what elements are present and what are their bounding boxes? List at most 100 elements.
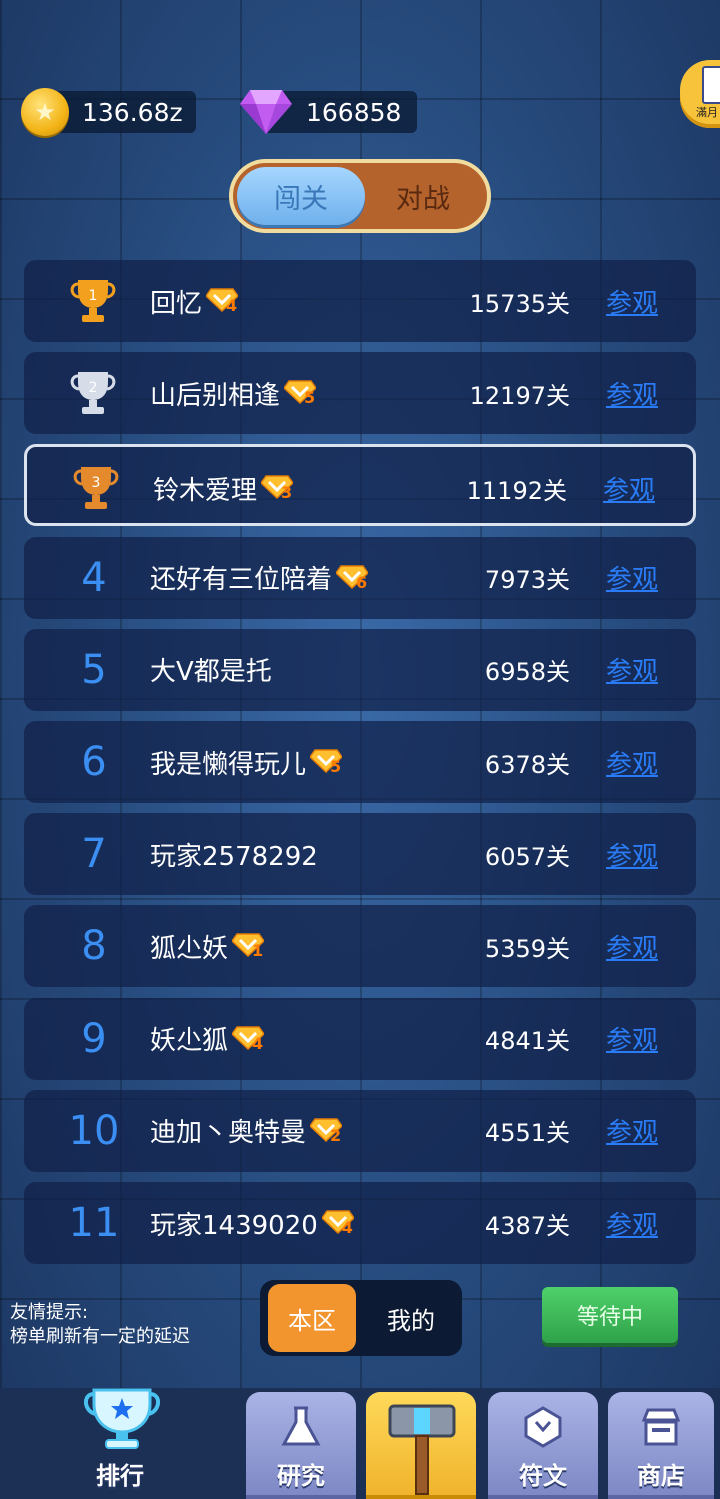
player-name: 迪加丶奥特曼 2: [150, 1090, 343, 1172]
vip-badge: 4: [206, 288, 239, 315]
ranking-row: 4 还好有三位陪着 6 7973关 参观: [24, 536, 696, 619]
stage-score: 4387关: [484, 1211, 570, 1240]
stage-score: 4841关: [484, 1027, 570, 1056]
player-name-text: 山后别相逢: [150, 380, 281, 411]
phone-icon: [702, 66, 720, 104]
stage-score: 4551关: [484, 1119, 570, 1148]
ranking-row: 7 玩家2578292 6057关 参观: [24, 813, 696, 896]
waiting-button[interactable]: 等待中: [542, 1287, 678, 1343]
corner-event-label: 滿月: [696, 106, 718, 119]
ranking-row: 8 狐尐妖 1 5359关 参观: [24, 905, 696, 988]
ranking-row: 1 回忆 4 15735关 参观: [24, 260, 696, 342]
view-button[interactable]: 参观: [606, 1182, 658, 1264]
player-name: 回忆 4: [150, 260, 239, 342]
trophy-star-icon: [84, 1388, 160, 1449]
rank-number: 7: [81, 831, 107, 878]
view-button[interactable]: 参观: [606, 537, 658, 619]
ranking-row: 2 山后别相逢 5 12197关 参观: [24, 352, 696, 435]
player-name: 玩家2578292: [150, 813, 318, 895]
vip-badge: 3: [261, 475, 294, 503]
player-name-text: 大V都是托: [150, 657, 272, 688]
tab-battle[interactable]: 对战: [359, 167, 487, 225]
tip-line-1: 友情提示:: [10, 1302, 89, 1323]
mode-toggle: 闯关 对战: [229, 159, 491, 233]
view-button[interactable]: 参观: [606, 1090, 658, 1172]
tip-text: 友情提示: 榜单刷新有一定的延迟: [10, 1301, 190, 1349]
vip-level: 5: [304, 388, 316, 408]
nav-shop-label: 商店: [637, 1462, 685, 1490]
view-button[interactable]: 参观: [606, 352, 658, 434]
stage-score: 6057关: [484, 842, 570, 871]
vip-level: 4: [226, 296, 238, 315]
stage-score: 15735关: [469, 289, 570, 318]
player-name: 山后别相逢 5: [150, 352, 317, 434]
rank-number: 10: [68, 1107, 120, 1154]
rank-number: 4: [81, 554, 107, 601]
gem-amount: 166858: [306, 97, 402, 127]
nav-shop[interactable]: 商店: [608, 1392, 714, 1499]
gold-trophy-icon: 1: [70, 280, 116, 322]
rune-icon: [524, 1406, 562, 1448]
ranking-row: 6 我是懒得玩儿 5 6378关 参观: [24, 721, 696, 803]
stage-score: 6958关: [484, 658, 570, 687]
view-button[interactable]: 参观: [606, 813, 658, 895]
nav-runes[interactable]: 符文: [488, 1392, 598, 1499]
view-button[interactable]: 参观: [606, 905, 658, 987]
nav-forge[interactable]: [366, 1392, 476, 1499]
nav-ranking-label: 排行: [96, 1462, 144, 1490]
view-button[interactable]: 参观: [606, 721, 658, 803]
player-name-text: 狐尐妖: [150, 933, 229, 964]
vip-level: 4: [252, 1033, 264, 1053]
vip-level: 4: [341, 1218, 353, 1237]
rank-number: 11: [68, 1200, 120, 1246]
view-button[interactable]: 参观: [606, 629, 658, 711]
nav-research[interactable]: 研究: [246, 1392, 356, 1499]
vip-level: 2: [330, 1125, 342, 1145]
view-button[interactable]: 参观: [603, 447, 655, 529]
view-button[interactable]: 参观: [606, 998, 658, 1080]
region-toggle: 本区 我的: [260, 1280, 462, 1356]
rank-number: 5: [81, 646, 107, 693]
rank-number: 9: [81, 1015, 107, 1062]
vip-level: 3: [281, 483, 293, 503]
tab-region-mine[interactable]: 我的: [366, 1284, 456, 1352]
stage-score: 5359关: [484, 934, 570, 963]
stage-score: 11192关: [466, 476, 567, 505]
player-name: 妖尐狐 4: [150, 998, 265, 1080]
tab-stage[interactable]: 闯关: [237, 167, 365, 225]
bronze-trophy-icon: 3: [73, 467, 119, 510]
view-button[interactable]: 参观: [606, 260, 658, 342]
trophy-rank-number: 2: [89, 380, 98, 396]
player-name: 玩家1439020 4: [150, 1182, 354, 1264]
shop-icon: [641, 1408, 681, 1446]
hammer-icon: [388, 1404, 456, 1495]
player-name: 铃木爱理 3: [153, 447, 294, 529]
nav-research-label: 研究: [277, 1462, 325, 1490]
ranking-row: 5 大V都是托 6958关 参观: [24, 628, 696, 711]
vip-level: 5: [330, 757, 342, 776]
stage-score: 7973关: [484, 566, 570, 595]
player-name-text: 迪加丶奥特曼: [150, 1118, 307, 1149]
flask-icon: [281, 1406, 321, 1446]
coin-icon: ★: [21, 88, 69, 136]
player-name-text: 玩家2578292: [150, 841, 318, 872]
trophy-rank-number: 3: [92, 475, 101, 491]
vip-badge: 5: [310, 749, 343, 776]
player-name-text: 我是懒得玩儿: [150, 749, 307, 780]
nav-runes-label: 符文: [519, 1462, 567, 1490]
rank-number: 6: [81, 739, 107, 785]
tab-region-server[interactable]: 本区: [268, 1284, 356, 1352]
stage-score: 6378关: [484, 750, 570, 779]
vip-level: 1: [252, 941, 264, 961]
vip-badge: 2: [310, 1118, 343, 1145]
player-name-text: 玩家1439020: [150, 1210, 318, 1241]
vip-level: 6: [356, 572, 368, 592]
player-name: 我是懒得玩儿 5: [150, 721, 343, 803]
nav-ranking[interactable]: 排行: [40, 1388, 200, 1499]
vip-badge: 5: [284, 380, 317, 408]
ranking-row: 11 玩家1439020 4 4387关 参观: [24, 1182, 696, 1264]
trophy-rank-number: 1: [89, 288, 98, 304]
corner-event-button[interactable]: 滿月: [680, 60, 720, 128]
player-name: 还好有三位陪着 6: [150, 537, 369, 619]
player-name-text: 还好有三位陪着: [150, 565, 333, 596]
